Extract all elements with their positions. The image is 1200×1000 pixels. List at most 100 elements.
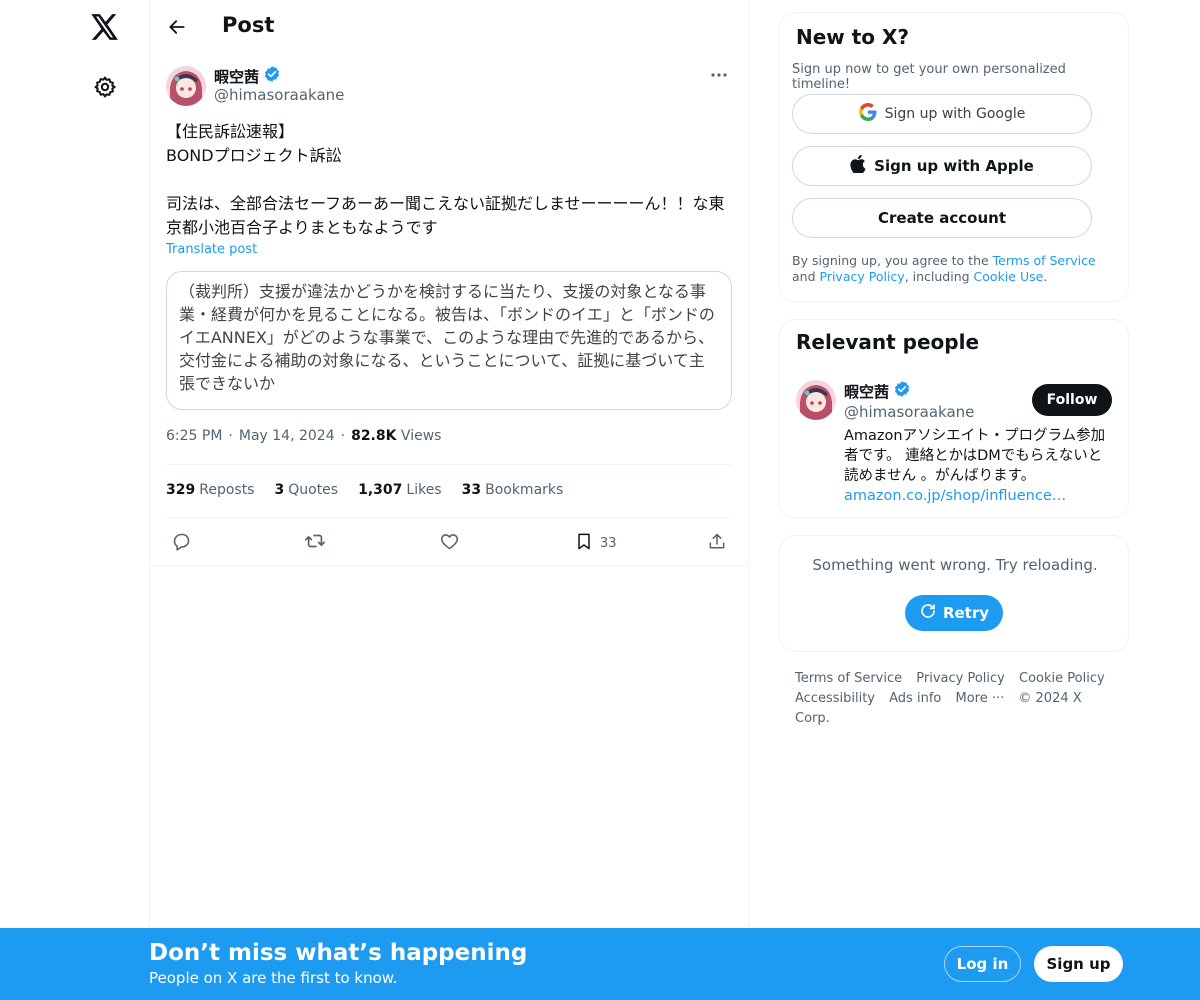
avatar[interactable] [166, 66, 206, 106]
verified-badge-icon [893, 380, 911, 402]
reposts-stat[interactable]: 329 Reposts [166, 482, 254, 498]
verified-badge-icon [263, 65, 281, 87]
signup-apple-button[interactable]: Sign up with Apple [792, 146, 1092, 186]
author-name[interactable]: 暇空茜 [214, 66, 259, 87]
divider [150, 565, 748, 566]
post-stats: 329 Reposts 3 Quotes 1,307 Likes 33 Bookmark… [166, 482, 563, 498]
footer-accessibility-link[interactable]: Accessibility [795, 691, 875, 706]
bookmarks-stat[interactable]: 33 Bookmarks [462, 482, 564, 498]
x-logo-icon[interactable] [88, 10, 122, 44]
post-author: 暇空茜 @himasoraakane [166, 64, 734, 108]
like-button[interactable] [439, 530, 460, 556]
repost-button[interactable] [304, 530, 326, 556]
apple-icon [850, 154, 866, 177]
post-date[interactable]: May 14, 2024 [239, 428, 335, 444]
retry-label: Retry [942, 604, 990, 622]
main-column: Post 暇空茜 @himasoraakane 【住民訴訟速報】 BONDプロジ… [149, 0, 749, 1000]
views-label: Views [400, 428, 442, 444]
login-button[interactable]: Log in [944, 946, 1021, 982]
follow-button[interactable]: Follow [1032, 384, 1112, 416]
footer-more-link[interactable]: More ··· [955, 691, 1004, 706]
reposts-count: 329 [166, 482, 196, 498]
share-button[interactable] [707, 530, 727, 556]
footer-links: Terms of Service Privacy Policy Cookie P… [795, 669, 1125, 729]
relevant-name-row: 暇空茜 [844, 380, 911, 402]
create-account-button[interactable]: Create account [792, 198, 1092, 238]
legal-text: , including [904, 269, 974, 284]
back-arrow-icon[interactable] [164, 14, 190, 40]
footer-terms-link[interactable]: Terms of Service [795, 671, 902, 686]
post-meta: 6:25 PM · May 14, 2024 · 82.8K Views [166, 428, 441, 444]
relevant-people-title: Relevant people [796, 330, 980, 354]
author-name-row: 暇空茜 [214, 65, 281, 87]
footer-row: Terms of Service Privacy Policy Cookie P… [795, 669, 1125, 689]
bottom-bar-title: Don’t miss what’s happening [149, 940, 528, 966]
retry-button[interactable]: Retry [905, 595, 1003, 631]
reply-button[interactable] [171, 530, 192, 556]
reply-icon [171, 531, 192, 556]
privacy-link[interactable]: Privacy Policy [820, 269, 905, 284]
views-stat: 82.8K Views [351, 428, 441, 444]
bookmark-count: 33 [600, 535, 617, 551]
likes-stat[interactable]: 1,307 Likes [358, 482, 442, 498]
quoted-text-image[interactable]: （裁判所）支援が違法かどうかを検討するに当たり、支援の対象となる事業・経費が何か… [166, 271, 732, 410]
page-title: Post [222, 13, 275, 37]
divider [166, 464, 732, 465]
bio-text: Amazonアソシエイト・プログラム参加者です。 連絡とかはDMでもらえないと読… [844, 428, 1106, 484]
views-count: 82.8K [351, 428, 397, 444]
reposts-label: Reposts [199, 482, 255, 498]
author-handle[interactable]: @himasoraakane [214, 86, 344, 104]
meta-separator: · [340, 428, 346, 444]
signup-google-label: Sign up with Google [884, 106, 1026, 122]
left-nav [0, 0, 149, 1000]
post-actions: 33 [166, 528, 732, 558]
repost-icon [304, 530, 326, 556]
error-card: Something went wrong. Try reloading. Ret… [779, 535, 1129, 652]
like-icon [439, 531, 460, 556]
new-to-x-card: New to X? Sign up now to get your own pe… [779, 12, 1129, 302]
relevant-bio: Amazonアソシエイト・プログラム参加者です。 連絡とかはDMでもらえないと読… [844, 426, 1114, 506]
refresh-icon [919, 602, 937, 624]
legal-text: . [1043, 269, 1048, 284]
likes-label: Likes [406, 482, 442, 498]
signup-legal-text: By signing up, you agree to the Terms of… [792, 253, 1118, 285]
quotes-stat[interactable]: 3 Quotes [274, 482, 338, 498]
footer-ads-link[interactable]: Ads info [889, 691, 941, 706]
bookmark-button[interactable]: 33 [574, 530, 617, 556]
error-message: Something went wrong. Try reloading. [812, 556, 1098, 574]
signup-button[interactable]: Sign up [1034, 946, 1123, 982]
bottom-bar-subtitle: People on X are the first to know. [149, 969, 398, 987]
legal-text: By signing up, you agree to the [792, 253, 993, 268]
signup-apple-label: Sign up with Apple [874, 157, 1034, 175]
footer-row: Accessibility Ads info More ··· © 2024 X… [795, 689, 1125, 729]
relevant-handle[interactable]: @himasoraakane [844, 403, 974, 421]
quotes-label: Quotes [288, 482, 339, 498]
bio-link[interactable]: amazon.co.jp/shop/influence… [844, 488, 1066, 504]
page-header: Post [150, 0, 748, 54]
google-icon [858, 103, 877, 125]
relevant-people-card: Relevant people 暇空茜 @himasoraakane Follo… [779, 319, 1129, 518]
bookmarks-label: Bookmarks [485, 482, 564, 498]
relevant-name[interactable]: 暇空茜 [844, 381, 889, 402]
legal-text: and [792, 269, 820, 284]
share-icon [707, 531, 727, 556]
gear-icon[interactable] [90, 72, 120, 102]
terms-link[interactable]: Terms of Service [993, 253, 1096, 268]
post-time[interactable]: 6:25 PM [166, 428, 222, 444]
quotes-count: 3 [274, 482, 285, 498]
footer-cookie-link[interactable]: Cookie Policy [1019, 671, 1105, 686]
meta-separator: · [228, 428, 233, 444]
translate-post-link[interactable]: Translate post [166, 242, 257, 257]
bookmark-icon [574, 531, 594, 556]
signup-google-button[interactable]: Sign up with Google [792, 94, 1092, 134]
bookmarks-count: 33 [461, 482, 482, 498]
avatar[interactable] [796, 380, 836, 420]
likes-count: 1,307 [358, 482, 403, 498]
cookie-use-link[interactable]: Cookie Use [974, 269, 1044, 284]
new-to-x-subtitle: Sign up now to get your own personalized… [792, 62, 1066, 92]
footer-privacy-link[interactable]: Privacy Policy [916, 671, 1005, 686]
new-to-x-title: New to X? [796, 25, 910, 49]
more-icon[interactable] [704, 64, 734, 86]
post-text: 【住民訴訟速報】 BONDプロジェクト訴訟 司法は、全部合法セーフあーあー聞こえ… [166, 122, 725, 237]
bottom-signup-bar: Don’t miss what’s happening People on X … [0, 928, 1200, 1000]
